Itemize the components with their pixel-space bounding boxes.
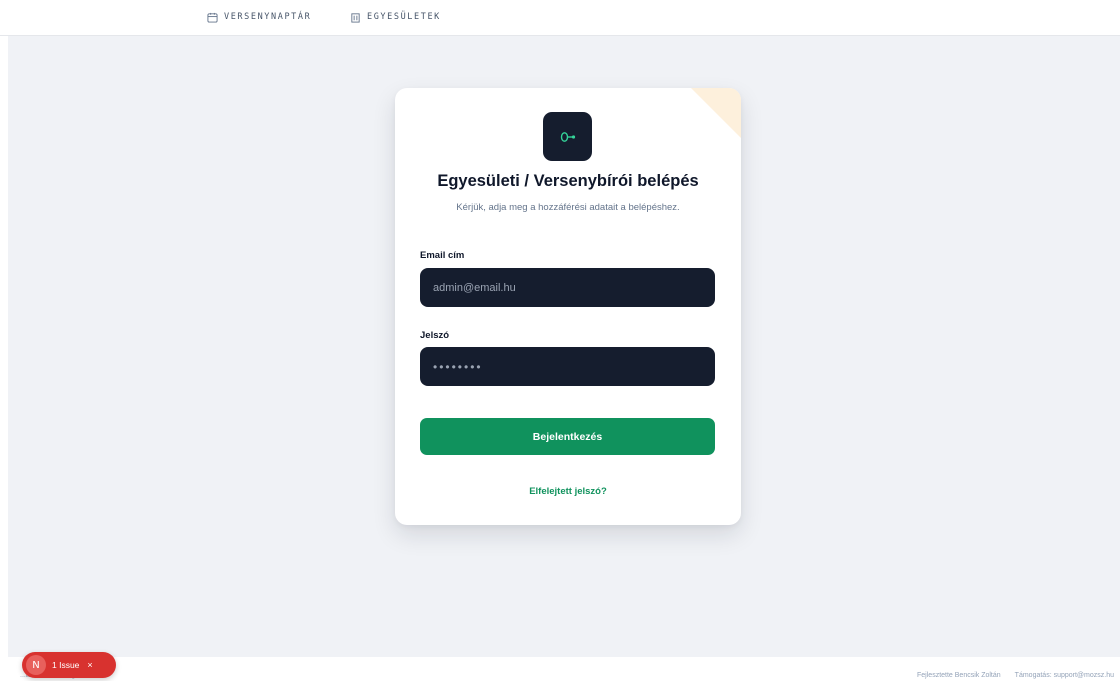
calendar-icon (207, 12, 218, 23)
nav-link-egyesuletek[interactable]: EGYESÜLETEK (350, 10, 441, 24)
footer-support-link[interactable]: Támogatás: support@mozsz.hu (1015, 672, 1114, 679)
nav-label: VERSENYNAPTÁR (224, 12, 312, 22)
key-icon (560, 131, 575, 142)
email-label: Email cím (420, 250, 465, 261)
issue-logo-icon: N (26, 655, 46, 675)
corner-decoration (691, 88, 741, 138)
email-field[interactable] (420, 268, 715, 307)
top-navigation: VERSENYNAPTÁR EGYESÜLETEK (0, 0, 1120, 36)
building-icon (351, 12, 360, 23)
page-title: Egyesületi / Versenybírói belépés (437, 172, 699, 190)
password-field[interactable] (420, 347, 715, 386)
footer-right: Fejlesztette Bencsik Zoltán Támogatás: s… (917, 672, 1114, 679)
footer: ...ánsz Szövetség Fejlesztette Bencsik Z… (0, 657, 1120, 681)
close-icon[interactable]: × (87, 660, 92, 670)
nav-link-versenynaptar[interactable]: VERSENYNAPTÁR (207, 10, 311, 24)
password-label: Jelszó (420, 330, 450, 341)
logo-badge (543, 112, 592, 161)
issue-badge[interactable]: N 1 Issue × (22, 652, 116, 678)
login-button[interactable]: Bejelentkezés (420, 418, 715, 455)
page-subtitle: Kérjük, adja meg a hozzáférési adatait a… (456, 202, 680, 213)
login-card: Egyesületi / Versenybírói belépés Kérjük… (395, 88, 741, 525)
issue-count: 1 Issue (52, 660, 80, 670)
nav-label: EGYESÜLETEK (367, 12, 441, 22)
forgot-password-link[interactable]: Elfelejtett jelszó? (395, 486, 741, 497)
footer-credit: Fejlesztette Bencsik Zoltán (917, 672, 1001, 679)
